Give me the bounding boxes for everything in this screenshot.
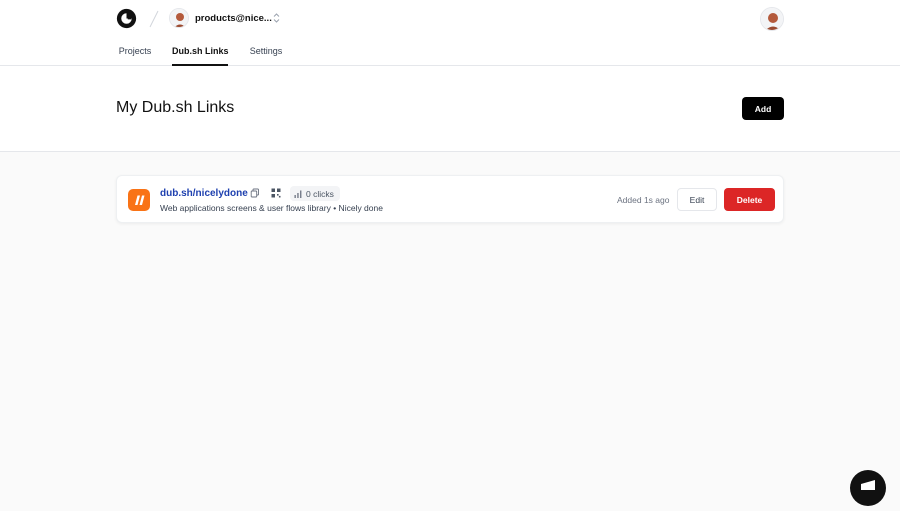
tab-dub-links[interactable]: Dub.sh Links (172, 40, 229, 66)
top-header: products@nice... Projects Dub.sh Links S… (0, 0, 900, 66)
delete-button[interactable]: Delete (724, 188, 775, 211)
user-avatar[interactable] (760, 7, 784, 31)
edit-button[interactable]: Edit (677, 188, 717, 211)
page-hero: My Dub.sh Links Add (0, 66, 900, 152)
breadcrumb-divider-icon (149, 10, 159, 28)
avatar-icon (170, 9, 188, 27)
short-link[interactable]: dub.sh/nicelydone (160, 188, 248, 199)
account-name[interactable]: products@nice... (195, 13, 272, 24)
link-card: dub.sh/nicelydone 0 clicks Web applicati… (116, 175, 784, 223)
page-title: My Dub.sh Links (116, 99, 235, 116)
copy-icon[interactable] (250, 188, 260, 198)
favicon-icon (128, 189, 150, 211)
tab-projects[interactable]: Projects (108, 40, 162, 66)
chat-launcher[interactable] (850, 470, 886, 506)
clicks-count: 0 clicks (306, 188, 334, 199)
chat-icon (861, 480, 875, 490)
avatar-icon (761, 8, 783, 30)
dub-logo-icon[interactable] (116, 8, 137, 29)
bar-chart-icon (294, 190, 302, 198)
qr-code-icon[interactable] (271, 188, 281, 198)
account-avatar[interactable] (169, 8, 189, 28)
added-time: Added 1s ago (617, 195, 670, 205)
add-link-button[interactable]: Add (742, 97, 784, 120)
link-description: Web applications screens & user flows li… (160, 203, 383, 213)
chevron-up-down-icon[interactable] (272, 12, 281, 24)
clicks-badge[interactable]: 0 clicks (290, 186, 340, 201)
tab-settings[interactable]: Settings (242, 40, 290, 66)
